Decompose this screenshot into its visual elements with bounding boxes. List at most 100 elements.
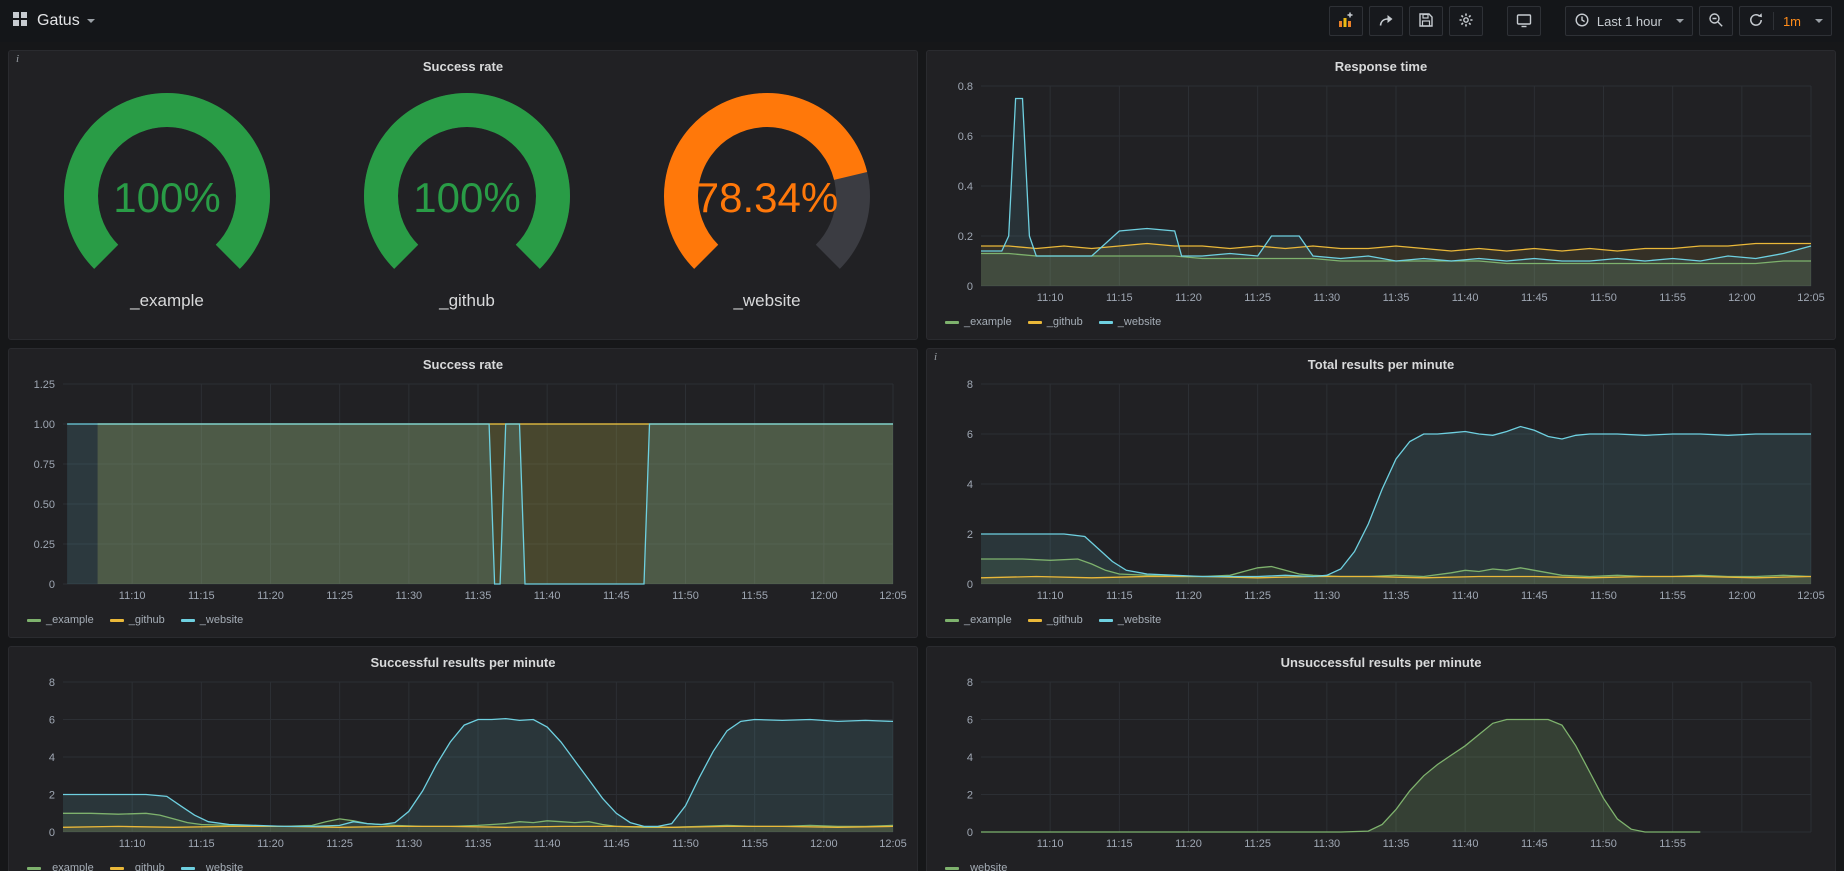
save-icon bbox=[1418, 12, 1434, 31]
svg-text:11:20: 11:20 bbox=[1175, 292, 1202, 304]
legend-label[interactable]: _website bbox=[200, 614, 243, 626]
svg-text:11:30: 11:30 bbox=[1313, 292, 1340, 304]
gauge-label: _website bbox=[617, 291, 917, 311]
panel-title[interactable]: Response time bbox=[935, 55, 1827, 76]
gauge-arc: 100% bbox=[317, 88, 617, 284]
legend-item-_website[interactable]: _website bbox=[1099, 614, 1161, 626]
svg-text:11:10: 11:10 bbox=[1037, 838, 1064, 850]
legend-item-_website[interactable]: _website bbox=[181, 614, 243, 626]
zoom-out-button[interactable] bbox=[1699, 6, 1733, 36]
navbar: Gatus bbox=[0, 0, 1844, 42]
legend-item-_website[interactable]: _website bbox=[945, 862, 1007, 871]
panel-title[interactable]: Success rate bbox=[17, 353, 909, 374]
panel-title[interactable]: Total results per minute bbox=[935, 353, 1827, 374]
refresh-interval-label: 1m bbox=[1783, 14, 1801, 29]
legend-label[interactable]: _website bbox=[1118, 316, 1161, 328]
legend-item-_github[interactable]: _github bbox=[1028, 316, 1083, 328]
gauge-value: 100% bbox=[413, 174, 520, 221]
share-icon bbox=[1378, 12, 1394, 31]
total-results-chart[interactable]: 0246811:1011:1511:2011:2511:3011:3511:40… bbox=[935, 374, 1827, 626]
legend-item-_website[interactable]: _website bbox=[1099, 316, 1161, 328]
legend-label[interactable]: _website bbox=[200, 862, 243, 871]
svg-text:11:10: 11:10 bbox=[1037, 292, 1064, 304]
svg-text:12:00: 12:00 bbox=[810, 590, 838, 602]
svg-text:11:35: 11:35 bbox=[1383, 590, 1410, 602]
svg-text:8: 8 bbox=[967, 677, 973, 689]
svg-text:11:45: 11:45 bbox=[1521, 590, 1548, 602]
svg-text:1.25: 1.25 bbox=[34, 379, 55, 391]
unsuccessful-results-per-minute-plot: 0246811:1011:1511:2011:2511:3011:3511:40… bbox=[935, 672, 1827, 854]
gauge-value: 78.34% bbox=[696, 174, 838, 221]
legend-label[interactable]: _github bbox=[129, 862, 165, 871]
gauge-label: _example bbox=[17, 291, 317, 311]
legend-item-_github[interactable]: _github bbox=[110, 862, 165, 871]
legend-swatch bbox=[945, 619, 959, 622]
legend-swatch bbox=[110, 867, 124, 870]
legend-swatch bbox=[181, 867, 195, 870]
svg-text:11:35: 11:35 bbox=[465, 838, 492, 850]
legend-item-_github[interactable]: _github bbox=[1028, 614, 1083, 626]
dashboard-settings-button[interactable] bbox=[1449, 6, 1483, 36]
share-dashboard-button[interactable] bbox=[1369, 6, 1403, 36]
legend-item-_example[interactable]: _example bbox=[27, 614, 94, 626]
legend-label[interactable]: _website bbox=[1118, 614, 1161, 626]
legend-item-_github[interactable]: _github bbox=[110, 614, 165, 626]
legend-swatch bbox=[1028, 321, 1042, 324]
refresh-picker[interactable]: 1m bbox=[1739, 6, 1832, 36]
tv-mode-button[interactable] bbox=[1507, 6, 1541, 36]
panel-info-icon[interactable]: i bbox=[16, 53, 19, 65]
add-panel-button[interactable] bbox=[1329, 6, 1363, 36]
svg-text:11:50: 11:50 bbox=[672, 838, 699, 850]
svg-text:12:05: 12:05 bbox=[879, 590, 907, 602]
legend-label[interactable]: _example bbox=[964, 614, 1012, 626]
gauge-arc: 100% bbox=[17, 88, 317, 284]
legend-label[interactable]: _website bbox=[964, 862, 1007, 871]
time-range-picker[interactable]: Last 1 hour bbox=[1565, 6, 1693, 36]
legend-label[interactable]: _example bbox=[964, 316, 1012, 328]
svg-text:11:25: 11:25 bbox=[326, 838, 353, 850]
legend-label[interactable]: _github bbox=[1047, 316, 1083, 328]
panel-title[interactable]: Success rate bbox=[17, 55, 909, 76]
series-fill-_website bbox=[67, 424, 893, 584]
svg-text:11:20: 11:20 bbox=[257, 838, 284, 850]
svg-text:11:50: 11:50 bbox=[1590, 590, 1617, 602]
response-time-chart[interactable]: 00.20.40.60.811:1011:1511:2011:2511:3011… bbox=[935, 76, 1827, 328]
svg-text:11:10: 11:10 bbox=[119, 838, 146, 850]
legend-item-_website[interactable]: _website bbox=[181, 862, 243, 871]
dashboard-title: Gatus bbox=[37, 12, 80, 30]
legend-label[interactable]: _github bbox=[129, 614, 165, 626]
svg-text:0: 0 bbox=[49, 579, 55, 591]
panel-title[interactable]: Unsuccessful results per minute bbox=[935, 651, 1827, 672]
successful-results-per-minute-plot: 0246811:1011:1511:2011:2511:3011:3511:40… bbox=[17, 672, 909, 854]
svg-text:11:20: 11:20 bbox=[1175, 590, 1202, 602]
dashboard-title-dropdown[interactable]: Gatus bbox=[37, 12, 95, 30]
chart-legend: _example _github _website bbox=[17, 611, 909, 626]
legend-label[interactable]: _github bbox=[1047, 614, 1083, 626]
svg-text:0: 0 bbox=[967, 579, 973, 591]
svg-text:11:15: 11:15 bbox=[1106, 838, 1133, 850]
svg-text:11:45: 11:45 bbox=[1521, 292, 1548, 304]
panel-successful-results: Successful results per minute 0246811:10… bbox=[8, 646, 918, 871]
legend-swatch bbox=[1028, 619, 1042, 622]
svg-text:12:00: 12:00 bbox=[1728, 292, 1756, 304]
save-dashboard-button[interactable] bbox=[1409, 6, 1443, 36]
svg-text:11:40: 11:40 bbox=[1452, 292, 1479, 304]
legend-label[interactable]: _example bbox=[46, 614, 94, 626]
legend-item-_example[interactable]: _example bbox=[27, 862, 94, 871]
chart-legend: _example _github _website bbox=[935, 611, 1827, 626]
unsuccessful-results-chart[interactable]: 0246811:1011:1511:2011:2511:3011:3511:40… bbox=[935, 672, 1827, 871]
gauge-_example: 100% _example bbox=[17, 88, 317, 311]
success-rate-chart[interactable]: 00.250.500.751.001.2511:1011:1511:2011:2… bbox=[17, 374, 909, 626]
panel-success-rate-graph: Success rate 00.250.500.751.001.2511:101… bbox=[8, 348, 918, 638]
legend-item-_example[interactable]: _example bbox=[945, 316, 1012, 328]
svg-text:11:40: 11:40 bbox=[534, 590, 561, 602]
successful-results-chart[interactable]: 0246811:1011:1511:2011:2511:3011:3511:40… bbox=[17, 672, 909, 871]
svg-text:11:55: 11:55 bbox=[741, 590, 768, 602]
panel-info-icon[interactable]: i bbox=[934, 351, 937, 363]
gauge-arc: 78.34% bbox=[617, 88, 917, 284]
legend-label[interactable]: _example bbox=[46, 862, 94, 871]
dashboards-grid-icon[interactable] bbox=[12, 11, 28, 32]
panel-title[interactable]: Successful results per minute bbox=[17, 651, 909, 672]
legend-item-_example[interactable]: _example bbox=[945, 614, 1012, 626]
success-rate-graph-plot: 00.250.500.751.001.2511:1011:1511:2011:2… bbox=[17, 374, 909, 606]
